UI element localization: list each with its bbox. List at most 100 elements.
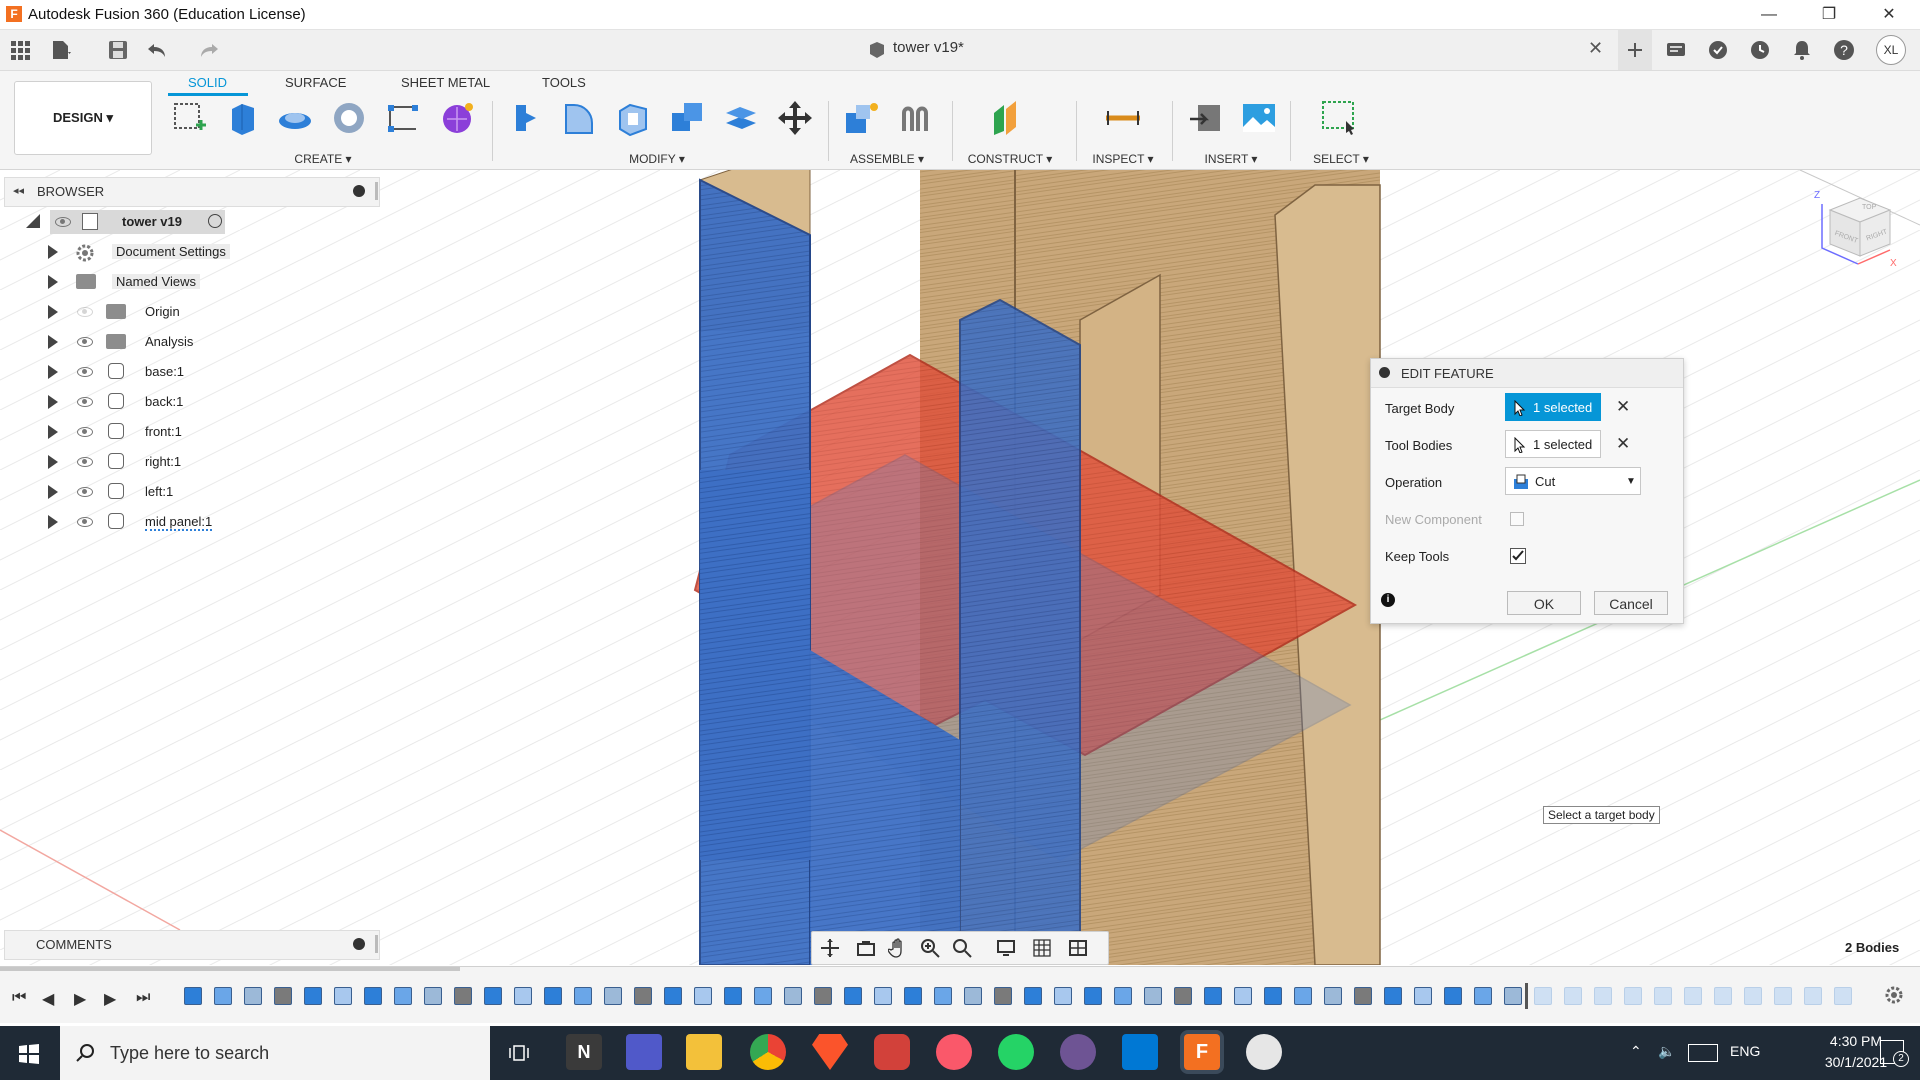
visibility-eye-icon[interactable] (77, 457, 93, 467)
timeline-feature[interactable] (1204, 987, 1222, 1005)
fillet-icon[interactable] (560, 99, 598, 137)
viewports-icon[interactable] (1068, 938, 1088, 958)
timeline-feature[interactable] (454, 987, 472, 1005)
timeline-feature[interactable] (184, 987, 202, 1005)
timeline-feature[interactable] (1384, 987, 1402, 1005)
insert-group-label[interactable]: INSERT ▾ (1186, 152, 1276, 166)
assemble-group-label[interactable]: ASSEMBLE ▾ (842, 152, 932, 166)
orbit-pan-icon[interactable] (820, 938, 840, 958)
notifications-icon[interactable]: 2 (1880, 1040, 1909, 1067)
target-body-selector[interactable]: 1 selected (1505, 393, 1601, 421)
timeline-feature[interactable] (964, 987, 982, 1005)
timeline-feature[interactable] (874, 987, 892, 1005)
offset-face-icon[interactable] (722, 99, 760, 137)
visibility-eye-icon[interactable] (55, 217, 71, 227)
expand-arrow-icon[interactable] (48, 305, 58, 319)
operation-dropdown[interactable]: Cut ▼ (1505, 467, 1641, 495)
timeline-feature[interactable] (1294, 987, 1312, 1005)
timeline-feature[interactable] (1114, 987, 1132, 1005)
browser-item-back[interactable]: back:1 (0, 390, 380, 414)
expand-arrow-icon[interactable] (48, 425, 58, 439)
pan-hand-icon[interactable] (888, 938, 908, 958)
restore-button[interactable]: ❐ (1806, 0, 1852, 29)
notifications-bell-icon[interactable] (1790, 38, 1814, 62)
document-tab[interactable]: tower v19* (893, 39, 964, 56)
hidden-eye-icon[interactable] (77, 307, 93, 317)
expand-arrow-icon[interactable] (26, 214, 40, 228)
timeline-feature[interactable] (1174, 987, 1192, 1005)
timeline-feature[interactable] (1744, 987, 1762, 1005)
timeline-feature[interactable] (844, 987, 862, 1005)
extensions-icon[interactable] (1706, 38, 1730, 62)
volume-icon[interactable]: 🔈 (1658, 1043, 1675, 1060)
window-select-icon[interactable] (1320, 99, 1358, 137)
timeline-feature[interactable] (904, 987, 922, 1005)
timeline-feature[interactable] (574, 987, 592, 1005)
minimize-button[interactable]: — (1746, 0, 1792, 29)
browser-item-analysis[interactable]: Analysis (0, 330, 380, 354)
timeline-feature[interactable] (1804, 987, 1822, 1005)
itunes-app-icon[interactable] (936, 1034, 972, 1070)
tab-solid[interactable]: SOLID (188, 75, 227, 90)
undo-icon[interactable] (146, 38, 170, 62)
close-tab-icon[interactable]: ✕ (1588, 38, 1603, 59)
timeline-feature[interactable] (424, 987, 442, 1005)
timeline-feature[interactable] (1654, 987, 1672, 1005)
visibility-eye-icon[interactable] (77, 517, 93, 527)
timeline-feature[interactable] (274, 987, 292, 1005)
new-tab-button[interactable] (1618, 30, 1652, 70)
timeline-feature[interactable] (334, 987, 352, 1005)
comments-resize-handle[interactable] (375, 935, 378, 953)
timeline-feature[interactable] (1774, 987, 1792, 1005)
add-comment-icon[interactable] (353, 938, 365, 950)
visibility-eye-icon[interactable] (77, 427, 93, 437)
keyboard-icon[interactable] (1688, 1044, 1718, 1062)
timeline-feature[interactable] (1534, 987, 1552, 1005)
timeline-feature[interactable] (1684, 987, 1702, 1005)
grid-settings-icon[interactable] (1032, 938, 1052, 958)
timeline-play-button[interactable]: ▶ (74, 989, 86, 1009)
timeline-feature[interactable] (634, 987, 652, 1005)
timeline-settings-gear-icon[interactable] (1884, 985, 1904, 1005)
info-icon[interactable]: i (1381, 593, 1395, 607)
taskbar-search-box[interactable]: Type here to search (60, 1026, 490, 1080)
timeline-feature[interactable] (1084, 987, 1102, 1005)
keep-tools-checkbox[interactable] (1510, 548, 1526, 564)
select-group-label[interactable]: SELECT ▾ (1296, 152, 1386, 166)
timeline-feature[interactable] (484, 987, 502, 1005)
tool-body-mid[interactable] (959, 298, 1081, 965)
display-settings-icon[interactable] (996, 938, 1016, 958)
browser-item-left[interactable]: left:1 (0, 480, 380, 504)
expand-arrow-icon[interactable] (48, 455, 58, 469)
close-window-button[interactable]: ✕ (1866, 0, 1912, 29)
browser-item-mid-panel[interactable]: mid panel:1 (0, 510, 380, 534)
zoom-window-icon[interactable] (952, 938, 972, 958)
comments-panel[interactable]: COMMENTS (4, 930, 380, 960)
offset-plane-icon[interactable] (990, 99, 1028, 137)
insert-derive-icon[interactable] (1188, 99, 1226, 137)
timeline-feature[interactable] (724, 987, 742, 1005)
timeline-feature[interactable] (994, 987, 1012, 1005)
zoom-icon[interactable] (920, 938, 940, 958)
timeline-feature[interactable] (1414, 987, 1432, 1005)
timeline-feature[interactable] (754, 987, 772, 1005)
tool-bodies-selector[interactable]: 1 selected (1505, 430, 1601, 458)
expand-arrow-icon[interactable] (48, 365, 58, 379)
timeline-feature[interactable] (544, 987, 562, 1005)
timeline-feature[interactable] (514, 987, 532, 1005)
browser-item-right[interactable]: right:1 (0, 450, 380, 474)
tab-sheet-metal[interactable]: SHEET METAL (401, 75, 490, 90)
timeline-feature[interactable] (784, 987, 802, 1005)
screen-recorder-app-icon[interactable] (874, 1034, 910, 1070)
browser-item-origin[interactable]: Origin (0, 300, 380, 324)
new-component-checkbox[interactable] (1510, 512, 1524, 526)
new-component-icon[interactable] (842, 99, 880, 137)
timeline-feature[interactable] (1474, 987, 1492, 1005)
fusion360-taskbar-icon[interactable]: F (1184, 1034, 1220, 1070)
file-explorer-icon[interactable] (686, 1034, 722, 1070)
tool-body-lower[interactable] (700, 470, 810, 860)
file-menu-icon[interactable] (48, 38, 72, 62)
timeline-scrollbar[interactable] (0, 967, 460, 971)
extrude-icon[interactable] (224, 99, 262, 137)
modify-group-label[interactable]: MODIFY ▾ (612, 152, 702, 166)
